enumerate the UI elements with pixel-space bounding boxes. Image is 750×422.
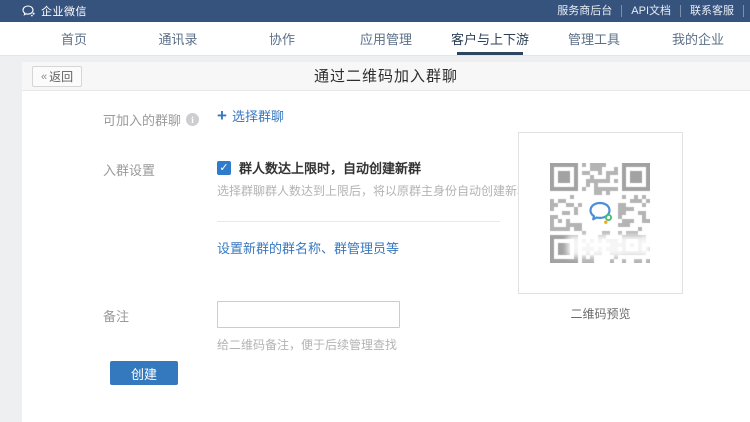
joinable-group-label-text: 可加入的群聊	[103, 110, 181, 129]
brand[interactable]: 企业微信	[22, 3, 87, 19]
tab-management-tools[interactable]: 管理工具	[542, 22, 646, 55]
info-icon[interactable]: i	[186, 113, 199, 126]
card-header: « 返回 通过二维码加入群聊	[22, 62, 750, 91]
auto-create-checkbox-label: 群人数达上限时，自动创建新群	[239, 158, 421, 177]
wechat-work-bubble-icon	[22, 5, 36, 17]
main-nav: 首页 通讯录 协作 应用管理 客户与上下游 管理工具 我的企业	[0, 22, 750, 56]
remark-helper-text: 给二维码备注，便于后续管理查找	[217, 336, 397, 353]
wechat-work-qr-logo-icon	[586, 198, 616, 228]
tab-collaboration[interactable]: 协作	[230, 22, 334, 55]
create-button[interactable]: 创建	[110, 361, 178, 385]
tab-my-company[interactable]: 我的企业	[646, 22, 750, 55]
qr-preview-caption: 二维码预览	[518, 305, 683, 322]
select-group-chat-link[interactable]: + 选择群聊	[217, 106, 284, 125]
api-docs-link[interactable]: API文档	[622, 5, 681, 17]
topbar-links: 服务商后台 API文档 联系客服	[548, 0, 744, 22]
join-settings-helper-text: 选择群聊群人数达到上限后，将以原群主身份自动创建新群	[217, 182, 529, 199]
plus-icon: +	[217, 107, 227, 124]
qr-masked-area	[567, 235, 651, 257]
provider-console-link[interactable]: 服务商后台	[548, 5, 622, 17]
new-group-settings-link[interactable]: 设置新群的群名称、群管理员等	[217, 238, 399, 257]
select-group-chat-label: 选择群聊	[232, 106, 284, 125]
contact-support-link[interactable]: 联系客服	[681, 5, 744, 17]
section-divider	[217, 221, 500, 222]
qr-preview-box	[518, 132, 683, 294]
join-settings-label: 入群设置	[103, 160, 155, 179]
joinable-group-label: 可加入的群聊 i	[103, 110, 199, 129]
tab-app-management[interactable]: 应用管理	[334, 22, 438, 55]
tab-contacts[interactable]: 通讯录	[126, 22, 230, 55]
tab-customers-upstream-downstream[interactable]: 客户与上下游	[438, 22, 542, 55]
auto-create-checkbox[interactable]: ✓	[217, 161, 231, 175]
content-card: « 返回 通过二维码加入群聊 可加入的群聊 i + 选择群聊 入群设置 ✓ 群人…	[22, 62, 750, 422]
remark-label: 备注	[103, 306, 129, 325]
tab-home[interactable]: 首页	[22, 22, 126, 55]
brand-name: 企业微信	[41, 3, 87, 19]
top-bar: 企业微信 服务商后台 API文档 联系客服	[0, 0, 750, 22]
page-title: 通过二维码加入群聊	[22, 62, 750, 91]
page-background: « 返回 通过二维码加入群聊 可加入的群聊 i + 选择群聊 入群设置 ✓ 群人…	[0, 56, 750, 422]
auto-create-group-option[interactable]: ✓ 群人数达上限时，自动创建新群	[217, 158, 421, 177]
remark-input[interactable]	[217, 301, 400, 328]
